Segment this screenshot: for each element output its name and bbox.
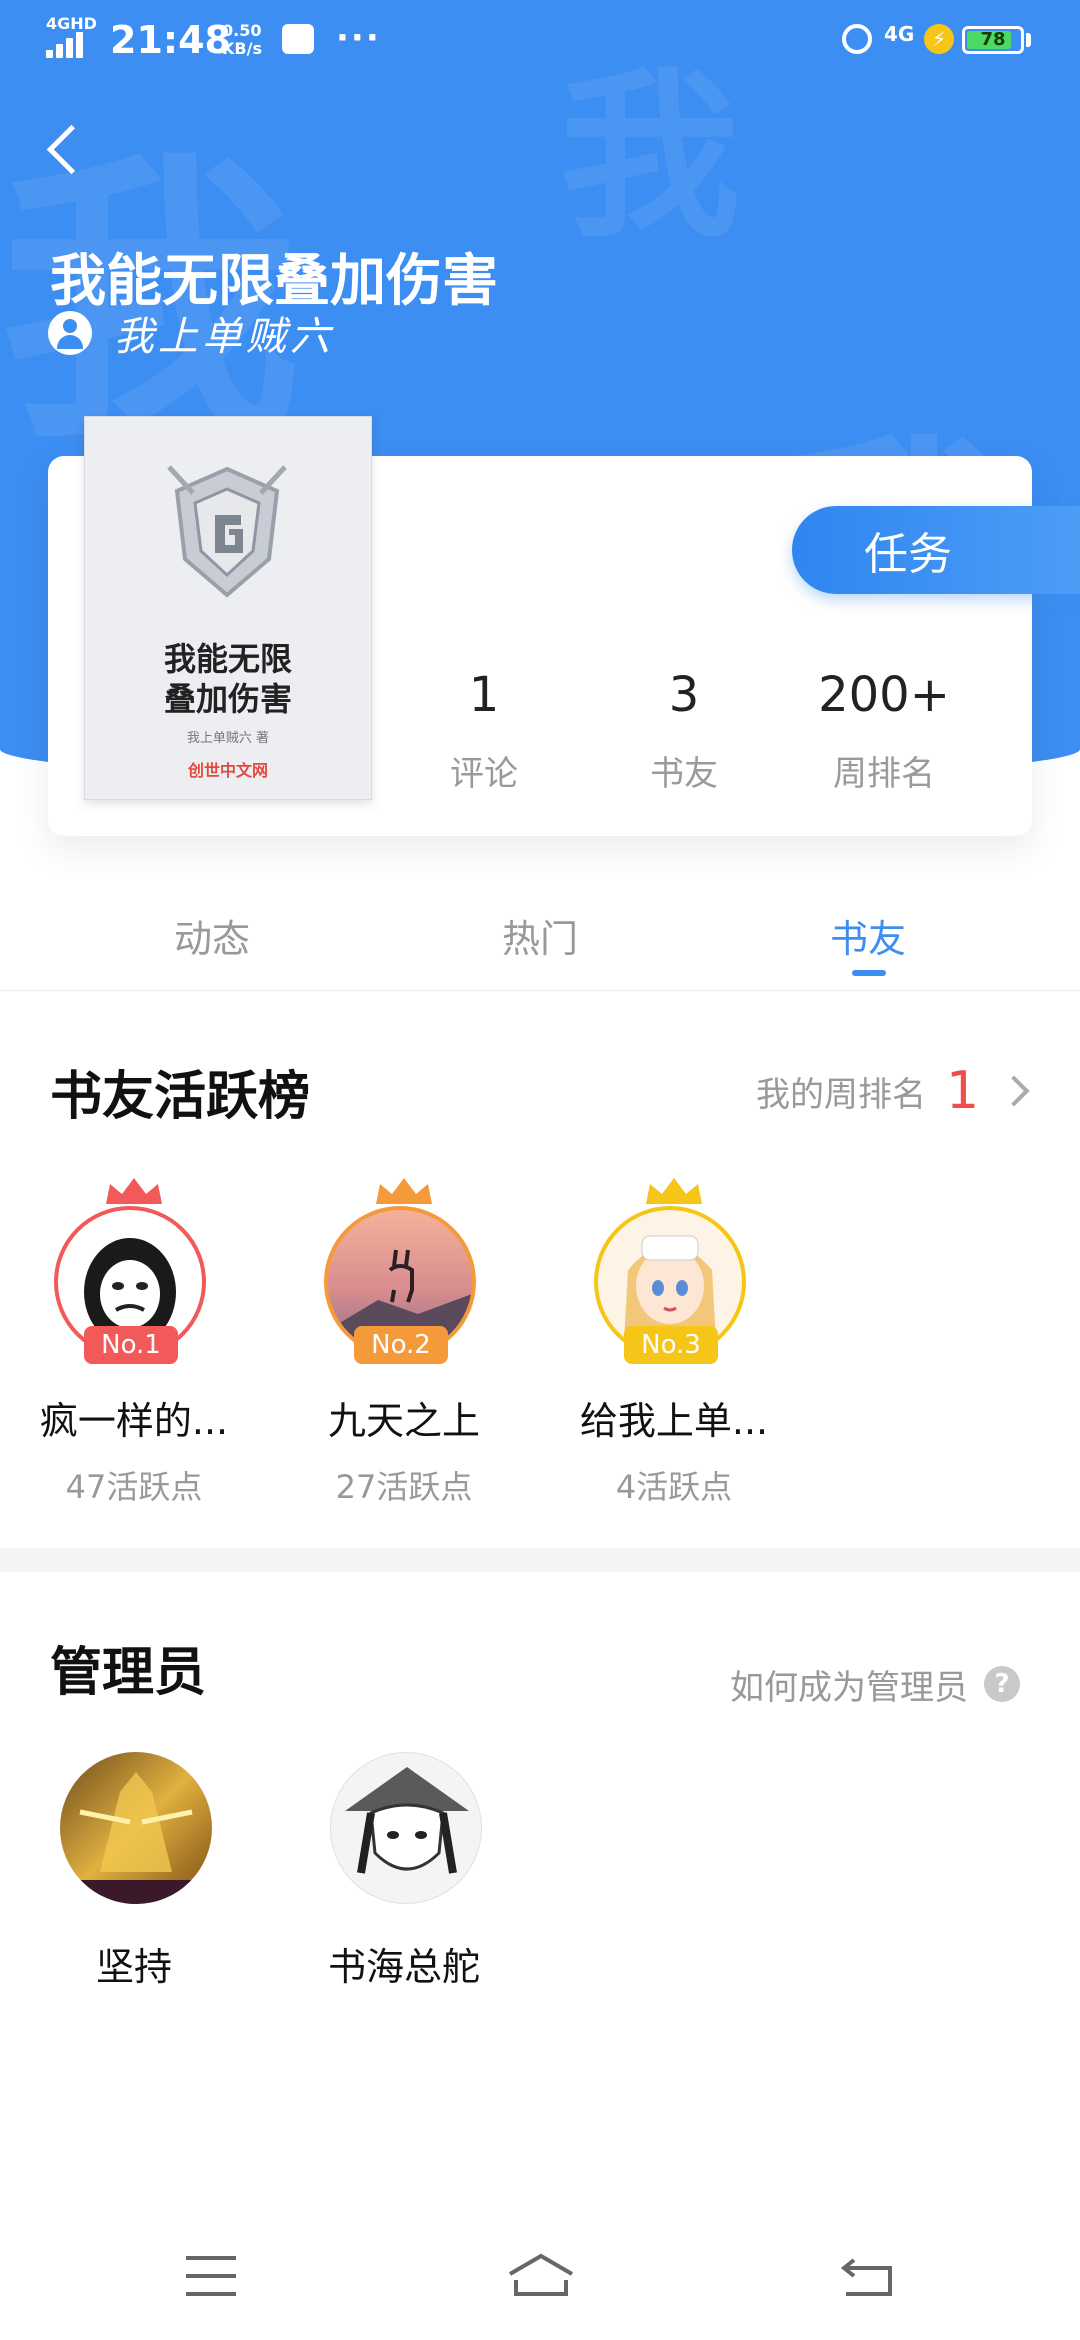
battery-tip [1026,33,1031,47]
author-name: 我上单贼六 [114,314,334,360]
crown-icon [646,1178,702,1204]
stat-value: 3 [668,667,700,723]
charging-icon: ⚡ [924,24,954,54]
stat-weekly-rank[interactable]: 200+ 周排名 [784,666,984,795]
section-divider [0,1548,1080,1572]
cover-title: 我能无限 叠加伤害 [163,640,292,718]
signal-icon [46,22,92,58]
app-notification-icon [282,24,314,54]
stat-label: 书友 [650,754,718,794]
leaderboard-title: 书友活跃榜 [50,1066,311,1127]
system-nav-bar [0,2220,1080,2340]
my-rank-value: 1 [946,1061,980,1121]
cover-author: 我上单贼六 著 [186,731,270,746]
avatar [330,1752,482,1904]
menu-icon[interactable] [186,2256,236,2296]
avatar [60,1752,212,1904]
stat-friends[interactable]: 3 书友 [584,666,784,795]
rank-badge: No.2 [354,1326,448,1364]
crown-icon [376,1178,432,1204]
task-button[interactable]: 任务 [792,506,1080,594]
network-speed: 0.50 KB/s [222,21,262,58]
stat-label: 评论 [450,754,518,794]
battery-icon: 78 [962,26,1024,54]
ranker-points: 27活跃点 [335,1468,473,1506]
status-bar: 4GHD 21:48 0.50 KB/s ··· 4G ⚡ 78 [0,0,1080,84]
stat-value: 200+ [818,667,950,723]
tab-friends[interactable]: 书友 [758,908,978,963]
tab-bar: 动态 热门 书友 [0,890,1080,991]
ranker-name: 九天之上 [327,1399,480,1443]
help-icon: ? [984,1666,1020,1702]
back-nav-icon[interactable] [840,2254,896,2298]
stat-comments[interactable]: 1 评论 [384,666,584,795]
home-icon[interactable] [506,2250,576,2306]
stat-label: 周排名 [833,754,935,794]
clock: 21:48 [110,18,231,62]
ranker-points: 47活跃点 [65,1468,203,1506]
back-button[interactable] [40,124,100,184]
crown-icon [106,1178,162,1204]
how-to-become-admin-label: 如何成为管理员 [730,1667,968,1708]
alarm-icon [842,24,872,54]
user-icon [48,311,92,355]
rank-badge: No.3 [624,1326,718,1364]
book-cover[interactable]: 我能无限 叠加伤害 我上单贼六 著 创世中文网 [84,416,372,800]
author-row[interactable]: 我上单贼六 [48,308,334,360]
chevron-right-icon [998,1075,1030,1107]
battery-percent: 78 [980,29,1006,50]
ranker-points: 4活跃点 [615,1468,733,1506]
active-tab-indicator [852,970,886,976]
how-to-become-admin-link[interactable]: 如何成为管理员 ? [730,1654,1020,1714]
mobile-data-indicator: 4G [884,22,915,46]
ranker-name: 疯一样的... [39,1399,229,1443]
admin-name: 坚持 [95,1945,172,1989]
stat-value: 1 [468,667,500,723]
ranker-name: 给我上单... [579,1399,769,1443]
admin-name: 书海总舵 [327,1945,480,1989]
admins-title: 管理员 [50,1642,207,1703]
my-weekly-rank-link[interactable]: 我的周排名 1 [756,1056,1030,1126]
tab-activity[interactable]: 动态 [102,908,322,963]
my-rank-label: 我的周排名 [756,1074,926,1115]
cover-publisher-logo: 创世中文网 [187,761,268,780]
tab-popular[interactable]: 热门 [430,908,650,963]
rank-badge: No.1 [84,1326,178,1364]
more-notifications-icon: ··· [336,18,381,58]
shield-logo-icon [167,465,287,598]
